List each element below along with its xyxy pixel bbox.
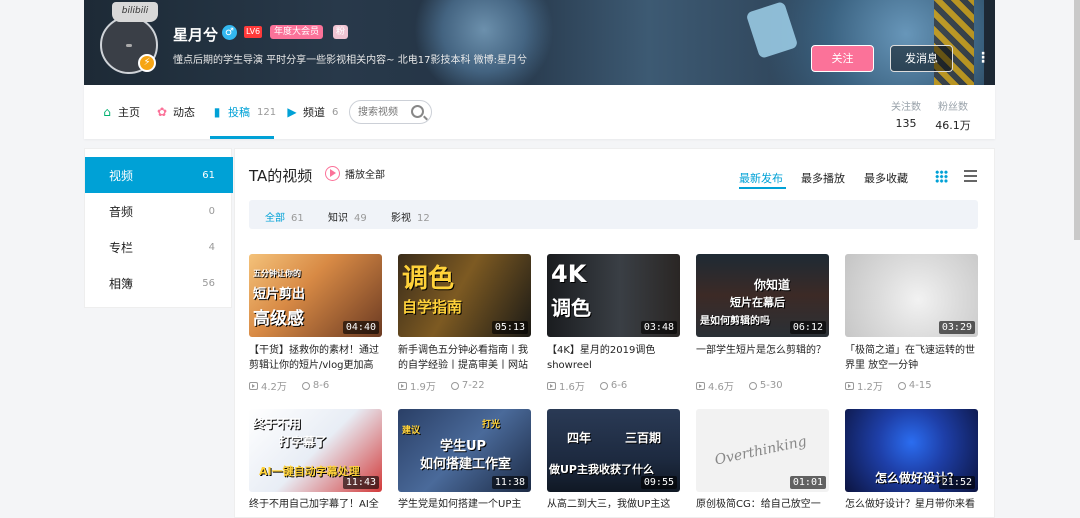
filter-all[interactable]: 全部 61	[265, 209, 304, 224]
video-title[interactable]: 【干货】拯救你的素材！通过剪辑让你的短片/vlog更加高	[249, 343, 384, 373]
sidebar-item-video[interactable]: 视频 61	[85, 157, 233, 193]
play-count-icon	[249, 381, 258, 390]
video-meta: 1.9万 7-22	[398, 378, 485, 393]
play-all-button[interactable]: 播放全部	[325, 166, 385, 181]
video-thumbnail[interactable]: 四年 三百期 做UP主我收获了什么 09:55	[547, 409, 680, 492]
video-thumbnail[interactable]: Overthinking 01:01	[696, 409, 829, 492]
content-sidebar: 视频 61 音频 0 专栏 4 相簿 56	[84, 148, 233, 308]
video-thumbnail[interactable]: 怎么做好设计？ 21:52	[845, 409, 978, 492]
video-search	[349, 100, 432, 124]
video-title[interactable]: 怎么做好设计？星月带你来看	[845, 497, 980, 515]
video-meta: 1.6万 6-6	[547, 378, 627, 393]
video-thumbnail[interactable]: 调色 自学指南 05:13	[398, 254, 531, 337]
filter-knowledge[interactable]: 知识 49	[328, 209, 367, 224]
clock-icon	[599, 381, 608, 390]
verified-icon: ⚡	[138, 54, 156, 72]
channel-icon: ▶	[287, 105, 297, 119]
sidebar-item-article[interactable]: 专栏 4	[85, 229, 233, 265]
video-title[interactable]: 一部学生短片是怎么剪辑的？	[696, 343, 831, 373]
video-thumbnail[interactable]: 终于不用 打字幕了 AI一键自动字幕处理 11:43	[249, 409, 382, 492]
tab-uploads[interactable]: ▮ 投稿 121	[210, 104, 276, 120]
username: 星月兮	[173, 26, 219, 44]
dynamic-icon: ✿	[156, 105, 168, 119]
home-icon: ⌂	[103, 105, 111, 119]
list-view-icon[interactable]	[964, 170, 977, 183]
signature: 懂点后期的学生导演 平时分享一些影视相关内容~ 北电17影技本科 微博:星月兮	[173, 55, 528, 66]
video-meta: 4.2万 8-6	[249, 378, 329, 393]
avatar-logo: bilibili	[112, 2, 158, 22]
more-icon[interactable]: ⋮	[976, 50, 990, 68]
profile-banner	[84, 0, 995, 85]
sidebar-item-album[interactable]: 相簿 56	[85, 265, 233, 301]
vip-badge[interactable]: 年度大会员	[270, 25, 324, 39]
search-icon[interactable]	[411, 105, 424, 118]
play-count-icon	[398, 381, 407, 390]
sort-underline	[739, 187, 786, 189]
search-input[interactable]	[358, 105, 414, 119]
video-title[interactable]: 「极简之道」在飞速运转的世界里 放空一分钟	[845, 343, 980, 373]
video-title[interactable]: 【4K】星月的2019调色showreel	[547, 343, 682, 373]
video-thumbnail[interactable]: 4K 调色 03:48	[547, 254, 680, 337]
tab-dynamic[interactable]: ✿ 动态	[155, 104, 195, 120]
video-thumbnail[interactable]: 03:29	[845, 254, 978, 337]
play-count-icon	[547, 381, 556, 390]
video-thumbnail[interactable]: 五分钟让你的 短片剪出 高级感 04:40	[249, 254, 382, 337]
clock-icon	[897, 381, 906, 390]
sort-newest[interactable]: 最新发布	[739, 170, 783, 186]
tab-underline	[210, 136, 274, 139]
video-title[interactable]: 学生党是如何搭建一个UP主	[398, 497, 533, 515]
clock-icon	[301, 381, 310, 390]
video-meta: 1.2万 4-15	[845, 378, 932, 393]
video-thumbnail[interactable]: 你知道 短片在幕后 是如何剪辑的吗 06:12	[696, 254, 829, 337]
video-title[interactable]: 新手调色五分钟必看指南丨我的自学经验丨提高审美丨网站	[398, 343, 533, 373]
sidebar-item-audio[interactable]: 音频 0	[85, 193, 233, 229]
page-scrollbar[interactable]	[1074, 0, 1080, 240]
message-button[interactable]: 发消息	[890, 45, 953, 72]
fans-stat[interactable]: 粉丝数 46.1万	[932, 98, 974, 133]
play-icon	[325, 166, 340, 181]
video-meta: 4.6万 5-30	[696, 378, 783, 393]
sort-most-played[interactable]: 最多播放	[801, 170, 845, 186]
video-title[interactable]: 原创极简CG：给自己放空一	[696, 497, 831, 515]
tab-home[interactable]: ⌂ 主页	[100, 104, 140, 120]
clock-icon	[748, 381, 757, 390]
video-title[interactable]: 从高二到大三，我做UP主这	[547, 497, 682, 515]
filter-film[interactable]: 影视 12	[391, 209, 430, 224]
grid-view-icon[interactable]	[935, 170, 948, 183]
fan-medal-badge: 粉	[333, 25, 349, 39]
play-count-icon	[696, 381, 705, 390]
clock-icon	[450, 381, 459, 390]
sort-most-favorited[interactable]: 最多收藏	[864, 170, 908, 186]
level-badge: LV6	[244, 26, 263, 38]
video-thumbnail[interactable]: 建议 打光 学生UP 如何搭建工作室 11:38	[398, 409, 531, 492]
tab-channels[interactable]: ▶ 频道 6	[285, 104, 338, 120]
video-title[interactable]: 终于不用自己加字幕了！AI全	[249, 497, 384, 515]
follow-button[interactable]: 关注	[811, 45, 874, 72]
section-title: TA的视频	[249, 167, 313, 185]
play-count-icon	[845, 381, 854, 390]
upload-icon: ▮	[213, 105, 221, 119]
gender-icon: ♂	[222, 25, 237, 40]
following-stat[interactable]: 关注数 135	[885, 98, 927, 130]
